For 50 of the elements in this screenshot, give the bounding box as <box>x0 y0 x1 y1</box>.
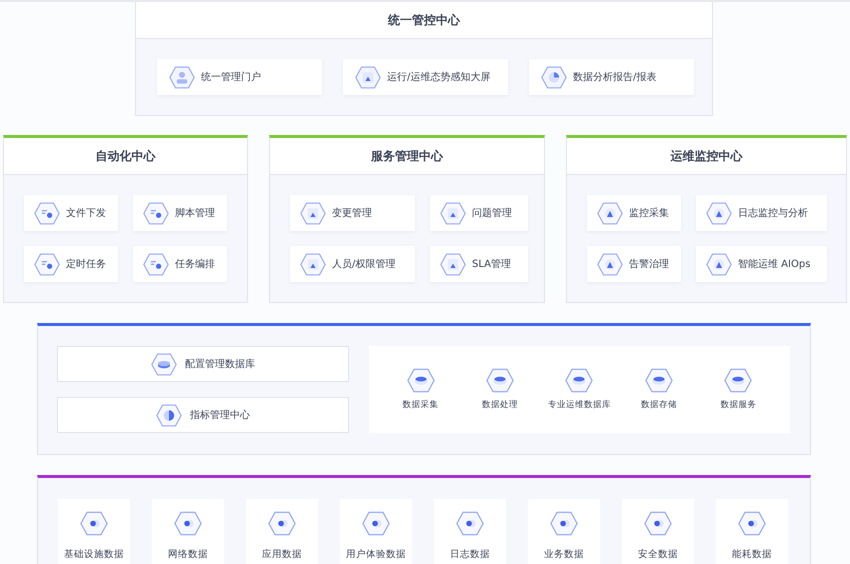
file-icon <box>34 252 60 276</box>
service-item[interactable]: 数据服务 <box>703 368 774 411</box>
data-source-item[interactable]: 用户体验数据 <box>340 499 412 564</box>
data-source-item[interactable]: 应用数据 <box>246 499 318 564</box>
data-source-item[interactable]: 能耗数据 <box>716 499 788 564</box>
data-source-item[interactable]: 基础设施数据 <box>58 499 130 564</box>
screen-icon <box>440 202 466 224</box>
section-title: 服务管理中心 <box>270 138 544 175</box>
section-title: 运维监控中心 <box>567 138 846 175</box>
service-item[interactable]: 专业运维数据库 <box>544 368 614 411</box>
pie-icon <box>156 404 182 426</box>
module-item[interactable]: 文件下发 <box>24 195 118 231</box>
module-item[interactable]: 智能运维 AIOps <box>696 246 827 282</box>
module-item[interactable]: 定时任务 <box>24 246 118 282</box>
module-item[interactable]: 告警治理 <box>587 246 681 282</box>
cone-icon <box>706 202 732 224</box>
file-icon <box>34 202 60 224</box>
section-title: 自动化中心 <box>4 138 247 175</box>
screen-icon <box>355 66 381 88</box>
service-item[interactable]: 数据采集 <box>386 368 456 411</box>
module-item[interactable]: 配置管理数据库 <box>57 346 349 382</box>
module-item[interactable]: 脚本管理 <box>133 195 227 231</box>
data-source-item[interactable]: 安全数据 <box>622 499 694 564</box>
pie-icon <box>541 66 567 88</box>
module-item[interactable]: 数据分析报告/报表 <box>529 59 694 95</box>
service-item[interactable]: 数据处理 <box>465 368 536 411</box>
screen-icon <box>300 252 326 276</box>
cone-icon <box>597 202 623 224</box>
module-item[interactable]: 统一管理门户 <box>157 59 322 95</box>
data-source-item[interactable]: 业务数据 <box>528 499 600 564</box>
module-item[interactable]: 人员/权限管理 <box>290 246 415 282</box>
data-source-item[interactable]: 网络数据 <box>152 499 224 564</box>
module-item[interactable]: 任务编排 <box>133 246 227 282</box>
cone-icon <box>706 252 732 276</box>
screen-icon <box>440 252 466 276</box>
file-icon <box>143 252 169 276</box>
service-item[interactable]: 数据存储 <box>624 368 694 411</box>
module-item[interactable]: SLA管理 <box>430 246 528 282</box>
file-icon <box>143 202 169 224</box>
module-item[interactable]: 监控采集 <box>587 195 681 231</box>
person-icon <box>169 66 195 88</box>
section-title: 统一管控中心 <box>136 2 712 39</box>
module-item[interactable]: 变更管理 <box>290 195 415 231</box>
cone-icon <box>597 252 623 276</box>
module-item[interactable]: 运行/运维态势感知大屏 <box>343 59 508 95</box>
data-source-item[interactable]: 日志数据 <box>434 499 506 564</box>
module-item[interactable]: 问题管理 <box>430 195 528 231</box>
module-item[interactable]: 日志监控与分析 <box>696 195 827 231</box>
screen-icon <box>300 202 326 224</box>
module-item[interactable]: 指标管理中心 <box>57 397 349 433</box>
